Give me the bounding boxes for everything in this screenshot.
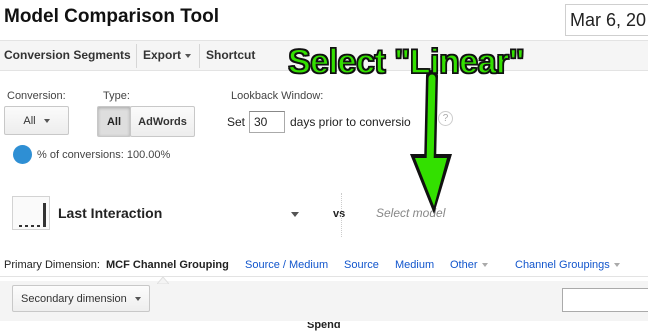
pie-chart-icon (13, 145, 32, 164)
primary-dimension-row: Primary Dimension: MCF Channel Grouping … (0, 253, 648, 277)
secondary-dimension-label: Secondary dimension (21, 292, 127, 305)
shortcut-button[interactable]: Shortcut (206, 48, 255, 62)
primary-dimension-label: Primary Dimension: (4, 259, 100, 271)
primary-model-name[interactable]: Last Interaction (58, 205, 162, 221)
dimension-mcf-channel-grouping[interactable]: MCF Channel Grouping (106, 259, 229, 271)
chevron-down-icon (481, 263, 488, 268)
spend-column-label: Spend (307, 322, 341, 331)
conversion-value: All (23, 114, 36, 127)
dimension-source-medium[interactable]: Source / Medium (245, 259, 328, 271)
type-label: Type: (103, 90, 130, 102)
chevron-down-icon (43, 118, 50, 123)
vs-label: vs (333, 208, 346, 220)
annotation-arrow-icon (410, 70, 452, 214)
model-bars-icon (12, 196, 50, 230)
date-range-picker[interactable]: Mar 6, 20 (565, 4, 648, 36)
toolbar-separator (199, 44, 200, 68)
export-label: Export (143, 48, 182, 62)
dimension-other-label: Other (450, 259, 478, 271)
export-menu-button[interactable]: Export (143, 48, 192, 62)
table-search-input[interactable] (562, 288, 648, 312)
dimension-other-menu[interactable]: Other (450, 259, 488, 271)
model-divider (341, 193, 342, 237)
chevron-down-icon[interactable] (291, 212, 299, 217)
chevron-down-icon (134, 296, 141, 301)
type-adwords-button[interactable]: AdWords (130, 106, 195, 137)
lookback-window-label: Lookback Window: (231, 90, 324, 102)
active-dimension-notch (157, 276, 169, 284)
toolbar-separator (136, 44, 137, 68)
conversion-segments-button[interactable]: Conversion Segments (4, 48, 131, 62)
annotation-callout: Select "Linear" (287, 42, 525, 82)
table-header-spend[interactable]: Spend (307, 322, 347, 331)
set-label: Set (227, 115, 246, 129)
conversion-label: Conversion: (7, 90, 66, 102)
dimension-source[interactable]: Source (344, 259, 379, 271)
type-all-button[interactable]: All (97, 106, 131, 137)
dimension-channel-groupings-menu[interactable]: Channel Groupings (515, 259, 620, 271)
page-title: Model Comparison Tool (4, 6, 219, 27)
dimension-medium[interactable]: Medium (395, 259, 434, 271)
chevron-down-icon (185, 53, 192, 58)
secondary-dimension-dropdown[interactable]: Secondary dimension (12, 285, 150, 312)
lookback-days-input[interactable] (249, 111, 285, 133)
dimension-channel-groupings-label: Channel Groupings (515, 259, 610, 271)
conversion-dropdown[interactable]: All (4, 106, 69, 135)
chevron-down-icon (613, 263, 620, 268)
percent-of-conversions: % of conversions: 100.00% (37, 149, 171, 161)
